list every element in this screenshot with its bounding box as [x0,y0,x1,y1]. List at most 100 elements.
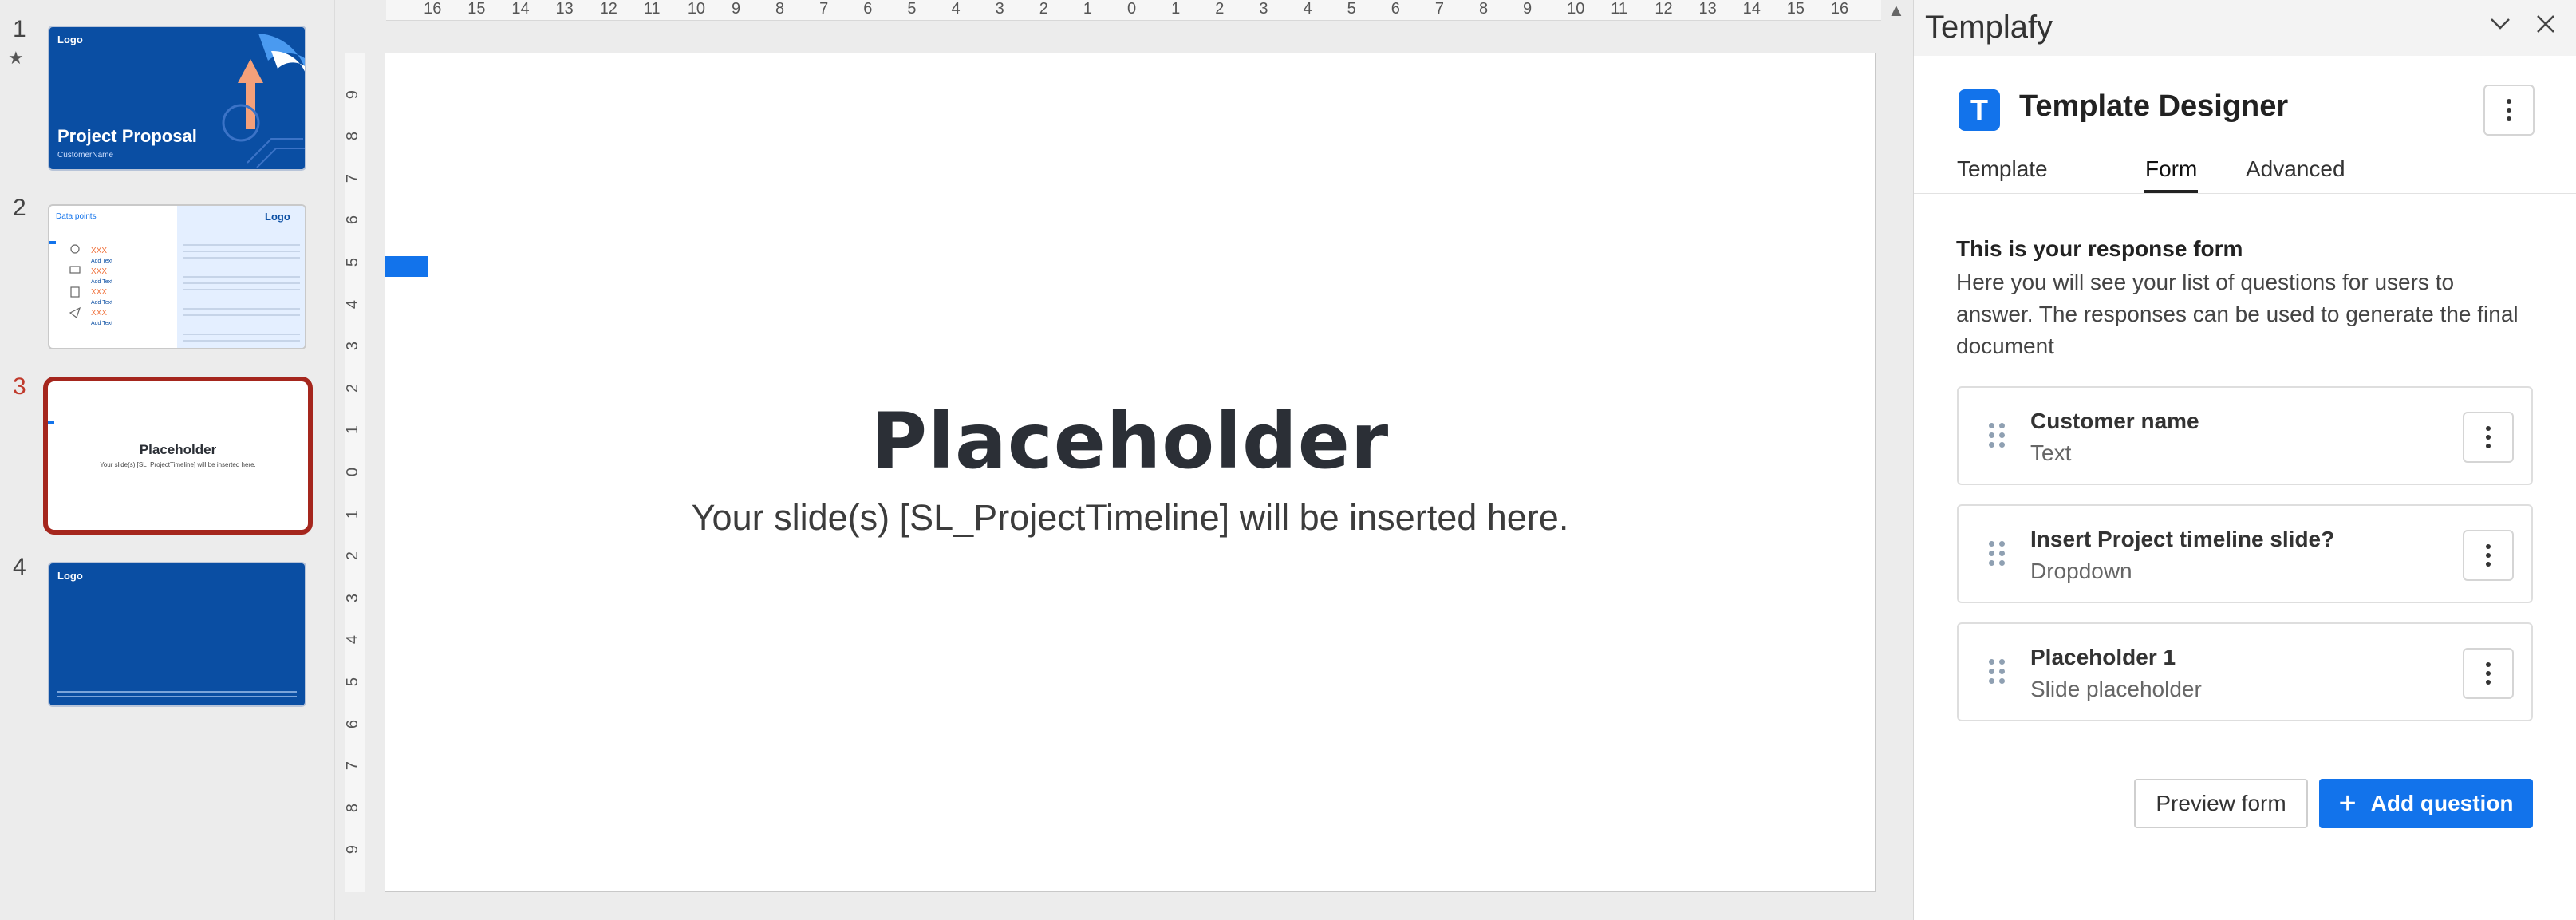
more-options-button[interactable] [2483,85,2535,136]
ruler-tick-label: 8 [775,0,785,18]
arrow-graphic [222,34,305,168]
slide-title[interactable]: Placeholder [385,397,1875,486]
thumbnail-subtitle: CustomerName [57,151,114,160]
ruler-tick-label: 1 [344,425,362,435]
panel-title: Templafy [1925,10,2053,45]
accent-marker [49,241,56,244]
add-question-button[interactable]: + Add question [2319,779,2533,828]
ruler-tick-label: 16 [424,0,442,18]
question-type: Text [2030,440,2072,465]
form-description: Here you will see your list of questions… [1956,270,2519,358]
ruler-tick-label: 10 [687,0,706,18]
ruler-tick-label: 5 [1347,0,1356,18]
ruler-tick-label: 4 [951,0,961,18]
drag-handle-icon[interactable] [1989,541,2005,566]
drag-handle-icon[interactable] [1989,423,2005,448]
ruler-tick-label: 3 [1259,0,1268,18]
ruler-tick-label: 8 [1478,0,1489,18]
ruler-tick-label: 6 [344,215,362,225]
question-title: Customer name [2030,409,2199,433]
data-point-icons [69,244,81,318]
slide-subtitle[interactable]: Your slide(s) [SL_ProjectTimeline] will … [385,497,1875,539]
ruler-tick-label: 1 [1171,0,1181,18]
ruler-tick-label: 8 [344,132,362,141]
slide-thumbnail-4[interactable]: Logo [48,562,306,707]
ruler-tick-label: 6 [863,0,873,18]
ruler-tick-label: 2 [1039,0,1048,18]
thumbnail-number: 1 [13,16,26,42]
question-card[interactable]: Customer name Text [1957,386,2533,485]
ruler-tick-label: 3 [344,593,362,602]
ruler-tick-label: 8 [344,803,362,812]
ruler-tick-label: 11 [1611,0,1628,18]
ruler-tick-label: 7 [819,0,829,18]
ruler-tick-label: 4 [344,635,362,645]
ruler-tick-label: 15 [1786,0,1805,18]
designer-title: Template Designer [2019,89,2289,123]
close-icon[interactable] [2535,11,2557,42]
tab-advanced[interactable]: Advanced [2246,156,2345,182]
form-heading: This is your response form [1956,236,2243,261]
thumbnail-title: Project Proposal [57,126,197,146]
slide-thumbnail-1[interactable]: Logo Project Proposal CustomerName [48,26,306,171]
kebab-icon [2486,662,2491,685]
horizontal-ruler: 16 15 14 13 12 11 10 9 8 7 6 5 4 3 2 1 0 1 2 3 4 5 6 7 8 9 10 11 12 1… [386,0,1881,21]
ruler-tick-label: 2 [1215,0,1225,18]
ruler-tick-label: 7 [1434,0,1444,18]
ruler-tick-label: 14 [1742,0,1761,18]
ruler-tick-label: 6 [1391,0,1400,18]
ruler-tick-label: 7 [344,761,362,771]
ruler-tick-label: 6 [344,719,362,728]
question-title: Insert Project timeline slide? [2030,527,2335,551]
question-type: Dropdown [2030,559,2132,583]
preview-form-button[interactable]: Preview form [2134,779,2308,828]
question-options-button[interactable] [2463,530,2514,581]
ruler-tick-label: 7 [344,173,362,183]
ruler-tick-label: 2 [344,383,362,393]
question-options-button[interactable] [2463,412,2514,463]
ruler-tick-label: 16 [1830,0,1849,18]
tab-form[interactable]: Form [2145,156,2197,182]
question-options-button[interactable] [2463,648,2514,699]
ruler-tick-label: 12 [599,0,617,18]
slide-canvas[interactable]: Placeholder Your slide(s) [SL_ProjectTim… [385,53,1876,892]
ruler-tick-label: 13 [1698,0,1717,18]
drag-handle-icon[interactable] [1989,659,2005,684]
vertical-ruler: 9 8 7 6 5 4 3 2 1 0 1 2 3 4 5 6 7 8 9 [344,53,365,892]
kebab-icon [2507,99,2511,121]
ruler-tick-label: 12 [1655,0,1673,18]
thumbnail-subtitle: Your slide(s) [SL_ProjectTimeline] will … [100,461,256,468]
slide-thumbnail-2[interactable]: Logo Data points XXX Add Text XXX Add Text… [48,204,306,349]
ruler-tick-label: 14 [511,0,530,18]
ruler-tick-label: 0 [1127,0,1137,18]
ruler-tick-label: 4 [1303,0,1312,18]
tab-template[interactable]: Template [1957,156,2048,182]
ruler-tick-label: 2 [344,551,362,561]
ruler-tick-label: 1 [344,509,362,519]
thumbnail-title: Placeholder [139,442,217,457]
ruler-tick-label: 3 [344,342,362,351]
slide-thumbnail-3[interactable]: Placeholder Your slide(s) [SL_ProjectTim… [43,377,313,535]
scroll-up-icon[interactable]: ▲ [1888,0,1905,21]
ruler-tick-label: 13 [555,0,574,18]
question-card[interactable]: Placeholder 1 Slide placeholder [1957,622,2533,721]
kebab-icon [2486,426,2491,448]
question-card[interactable]: Insert Project timeline slide? Dropdown [1957,504,2533,603]
ruler-tick-label: 15 [467,0,486,18]
ruler-tick-label: 3 [995,0,1004,18]
panel-header: Templafy [1914,0,2576,56]
templafy-logo-icon: T [1959,89,2000,131]
ruler-tick-label: 5 [344,677,362,687]
plus-icon: + [2338,786,2357,820]
ruler-tick-label: 5 [907,0,917,18]
thumbnail-number: 2 [13,195,26,221]
slide-thumbnail-pane: 1 ★ Logo Project Proposal CustomerName 2… [0,0,335,920]
thumbnail-number: 4 [13,554,26,580]
chevron-down-icon[interactable] [2488,11,2512,42]
ruler-tick-label: 10 [1567,0,1585,18]
accent-marker [48,421,54,424]
ruler-tick-label: 9 [344,845,362,855]
ruler-tick-label: 9 [731,0,741,18]
slide-editor: 16 15 14 13 12 11 10 9 8 7 6 5 4 3 2 1 0 1 2 3 4 5 6 7 8 9 10 11 12 1… [341,0,1905,920]
kebab-icon [2486,544,2491,567]
